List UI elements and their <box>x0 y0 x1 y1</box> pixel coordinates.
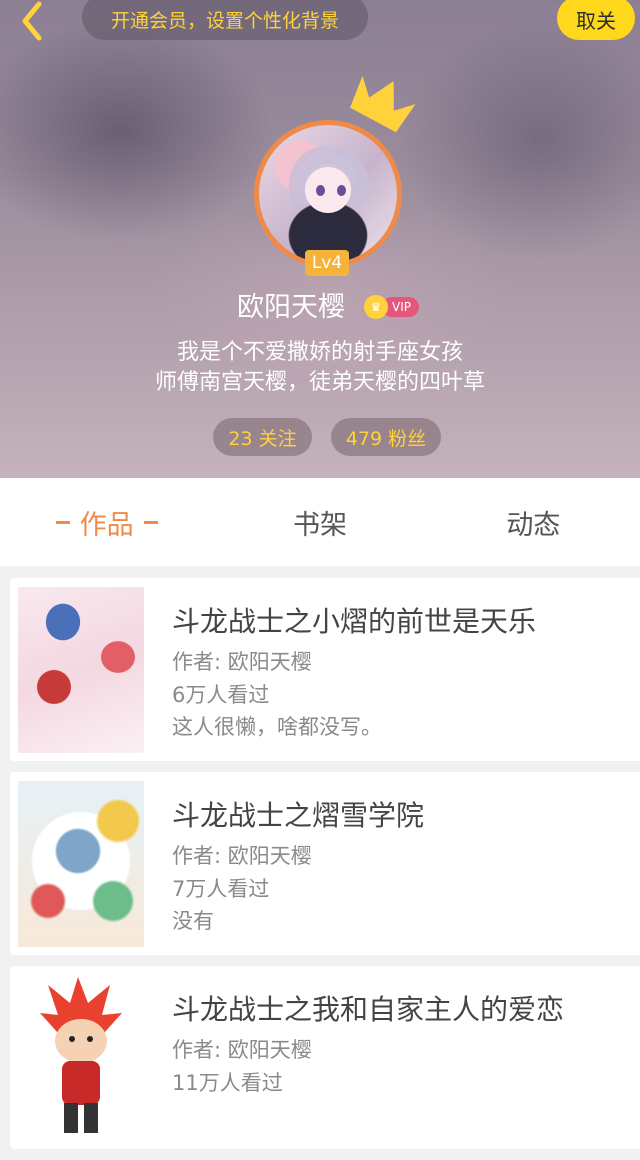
work-views: 7万人看过 <box>172 877 270 901</box>
work-views: 6万人看过 <box>172 683 270 707</box>
open-membership-button[interactable]: 开通会员，设置个性化背景 <box>82 0 368 40</box>
fans-count-button[interactable]: 479 粉丝 <box>331 418 441 456</box>
vip-crown-icon: ♛ <box>364 295 388 319</box>
list-item[interactable]: 斗龙战士之熠雪学院 作者: 欧阳天樱 7万人看过 没有 <box>10 772 640 955</box>
bio-line-2: 师傅南宫天樱，徒弟天樱的四叶草 <box>154 370 485 395</box>
work-description: 这人很懒，啥都没写。 <box>172 715 382 739</box>
work-author: 作者: 欧阳天樱 <box>172 1038 312 1062</box>
work-views: 11万人看过 <box>172 1071 283 1095</box>
tab-indicator-left <box>55 520 70 524</box>
user-bio: 我是个不爱撒娇的射手座女孩 师傅南宫天樱，徒弟天樱的四叶草 <box>0 338 640 398</box>
unfollow-button[interactable]: 取关 <box>557 0 635 40</box>
work-title: 斗龙战士之我和自家主人的爱恋 <box>172 993 565 1026</box>
vip-badge[interactable]: ♛ VIP <box>364 295 420 319</box>
profile-tabs: 作品 书架 动态 <box>0 478 640 566</box>
work-author: 作者: 欧阳天樱 <box>172 650 312 674</box>
back-button[interactable] <box>10 0 54 42</box>
list-item[interactable]: 斗龙战士之小熠的前世是天乐 作者: 欧阳天樱 6万人看过 这人很懒，啥都没写。 <box>10 578 640 761</box>
member-prompt-label: 开通会员，设置个性化背景 <box>110 9 339 32</box>
works-list: 斗龙战士之小熠的前世是天乐 作者: 欧阳天樱 6万人看过 这人很懒，啥都没写。 … <box>10 578 640 1160</box>
work-cover-image <box>18 781 144 947</box>
avatar[interactable] <box>254 120 402 268</box>
tab-bookshelf[interactable]: 书架 <box>213 478 426 566</box>
unfollow-label: 取关 <box>576 8 616 33</box>
work-cover-image <box>18 587 144 753</box>
tab-activity[interactable]: 动态 <box>427 478 640 566</box>
crown-icon <box>350 75 416 133</box>
following-count-button[interactable]: 23 关注 <box>213 418 312 456</box>
avatar-image <box>254 120 402 268</box>
back-arrow-icon <box>22 1 42 41</box>
work-title: 斗龙战士之小熠的前世是天乐 <box>172 605 537 638</box>
bio-line-1: 我是个不爱撒娇的射手座女孩 <box>176 340 463 365</box>
list-item[interactable]: 斗龙战士之我和自家主人的爱恋 作者: 欧阳天樱 11万人看过 <box>10 966 640 1149</box>
work-author: 作者: 欧阳天樱 <box>172 844 312 868</box>
profile-header: 开通会员，设置个性化背景 取关 Lv4 欧阳天樱 ♛ VIP 我是个不爱撒娇的射… <box>0 0 640 478</box>
tab-bookshelf-label: 书架 <box>292 509 347 541</box>
work-cover-image <box>18 975 144 1141</box>
work-description: 没有 <box>172 909 214 933</box>
tab-works-label: 作品 <box>79 509 134 541</box>
work-title: 斗龙战士之熠雪学院 <box>172 799 425 832</box>
tab-indicator-right <box>143 520 158 524</box>
tab-works[interactable]: 作品 <box>0 478 213 566</box>
level-badge: Lv4 <box>305 250 349 276</box>
tab-activity-label: 动态 <box>506 509 561 541</box>
user-name: 欧阳天樱 <box>237 292 345 323</box>
